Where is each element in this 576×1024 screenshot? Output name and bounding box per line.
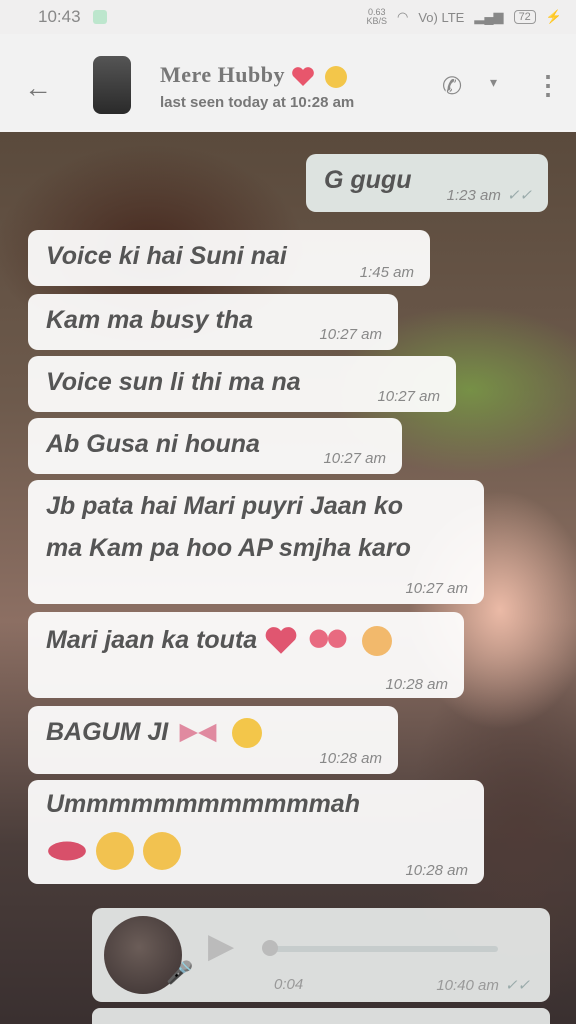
message-text: Voice ki hai Suni nai (46, 242, 287, 270)
message-bubble-incoming[interactable]: Voice sun li thi ma na 10:27 am (28, 356, 456, 412)
message-text: ma Kam pa hoo AP smjha karo (46, 534, 411, 562)
back-arrow-icon[interactable]: ← (24, 72, 52, 104)
contact-name-text: Mere Hubby (160, 62, 285, 87)
wifi-icon: ◠ (396, 9, 409, 24)
smiling-face-icon (362, 626, 393, 657)
network-label: Vo) LTE (418, 9, 465, 25)
network-speed: 0.63 KB/S (366, 8, 387, 26)
message-time: 1:45 am (359, 264, 414, 281)
hugging-face-icon (232, 718, 263, 749)
notification-icon (92, 10, 107, 24)
message-time: 10:28 am (385, 676, 448, 693)
balloon-hearts-icon (309, 629, 347, 649)
message-bubble-incoming[interactable]: Mari jaan ka touta 10:28 am (28, 612, 464, 698)
audio-progress-bar[interactable] (268, 946, 498, 952)
message-text: Ummmmmmmmmmmmah (46, 790, 360, 818)
message-time: 10:28 am (405, 862, 468, 879)
heart-emoji-icon (265, 627, 297, 655)
message-bubble-incoming[interactable]: Jb pata hai Mari puyri Jaan ko ma Kam pa… (28, 480, 484, 604)
voice-duration: 0:04 (274, 976, 304, 993)
lips-icon (48, 841, 86, 861)
more-options-icon[interactable]: ⋮ (535, 70, 561, 101)
charging-icon: ⚡ (545, 9, 562, 24)
battery-icon: 72 (513, 10, 536, 24)
grinning-face-icon (96, 832, 135, 870)
last-seen-status: last seen today at 10:28 am (160, 94, 355, 111)
message-time: 1:23 am ✓✓ (447, 186, 532, 204)
contact-avatar[interactable] (93, 56, 131, 114)
call-icon[interactable]: ✆ (442, 72, 462, 101)
chat-header: ← Mere Hubby last seen today at 10:28 am… (0, 34, 576, 132)
message-bubble-incoming[interactable]: BAGUM JI 10:28 am (28, 706, 398, 774)
voice-message-bubble[interactable]: 🎤 ▶ 0:04 10:40 am ✓✓ (92, 908, 550, 1002)
message-text: Voice sun li thi ma na (46, 368, 301, 396)
message-time-text: 10:40 am (436, 977, 499, 994)
message-time-text: 1:23 am (446, 187, 501, 204)
message-bubble-incoming[interactable]: Voice ki hai Suni nai 1:45 am (28, 230, 430, 286)
microphone-icon: 🎤 (166, 960, 194, 985)
status-time: 10:43 (38, 7, 81, 26)
audio-seek-knob[interactable] (262, 940, 278, 956)
message-bubble-incoming[interactable]: Ummmmmmmmmmmmah 10:28 am (28, 780, 484, 884)
message-text-content: BAGUM JI (46, 718, 169, 746)
read-ticks-icon: ✓✓ (504, 977, 530, 994)
message-text: Kam ma busy tha (46, 306, 254, 334)
status-bar: 10:43 0.63 KB/S ◠ Vo) LTE ▂▄▆ 72 ⚡ (0, 0, 576, 34)
message-time: 10:40 am ✓✓ (436, 976, 530, 994)
message-text: Jb pata hai Mari puyri Jaan ko (46, 492, 404, 520)
network-speed-unit: KB/S (366, 16, 387, 26)
message-text: BAGUM JI (46, 712, 263, 753)
laughing-face-icon (142, 832, 181, 870)
message-text-content: Mari jaan ka touta (46, 626, 258, 654)
message-text: Ab Gusa ni houna (46, 430, 260, 458)
message-time: 10:28 am (319, 750, 382, 767)
message-time: 10:27 am (377, 388, 440, 405)
play-icon[interactable]: ▶ (208, 926, 234, 966)
next-message-bubble (92, 1008, 550, 1024)
heart-icon (292, 67, 314, 86)
message-text: Mari jaan ka touta (46, 620, 393, 661)
message-bubble-incoming[interactable]: Ab Gusa ni houna 10:27 am (28, 418, 402, 474)
message-bubble-outgoing[interactable]: G gugu 1:23 am ✓✓ (306, 154, 548, 212)
read-ticks-icon: ✓✓ (506, 187, 532, 204)
emoji-icon (324, 65, 347, 88)
message-time: 10:27 am (319, 326, 382, 343)
ribbon-icon (179, 724, 217, 743)
signal-icon: ▂▄▆ (474, 9, 504, 24)
emoji-row (46, 832, 181, 870)
chevron-down-icon[interactable]: ▾ (490, 74, 497, 91)
message-bubble-incoming[interactable]: Kam ma busy tha 10:27 am (28, 294, 398, 350)
contact-name[interactable]: Mere Hubby (160, 62, 347, 88)
message-text: G gugu (324, 166, 412, 194)
message-time: 10:27 am (405, 580, 468, 597)
message-time: 10:27 am (323, 450, 386, 467)
